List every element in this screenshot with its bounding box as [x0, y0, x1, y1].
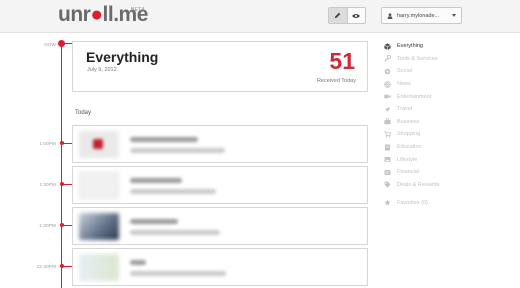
sidebar-item-entertainment[interactable]: Entertainment: [384, 90, 514, 103]
wrench-icon: [384, 55, 391, 63]
sidebar-item-label: Travel: [397, 106, 413, 113]
email-card[interactable]: [72, 166, 368, 204]
email-card[interactable]: [72, 207, 368, 245]
edit-button[interactable]: [329, 8, 347, 23]
sidebar-item-lifestyle[interactable]: Lifestyle: [384, 153, 514, 166]
sidebar-item-label: Entertainment: [397, 93, 432, 100]
timeline-time: 12:30PM: [36, 264, 56, 269]
favorites-label: Favorites (0): [397, 199, 428, 206]
email-subject: [130, 178, 182, 183]
briefcase-icon: [384, 118, 391, 125]
view-toggle-group: [328, 7, 366, 24]
sidebar-item-label: Deals & Rewards: [397, 181, 440, 188]
email-subject: [130, 137, 198, 142]
email-thumbnail-mark: [93, 139, 103, 149]
sidebar-item-favorites[interactable]: Favorites (0): [384, 199, 428, 206]
sidebar-item-label: Financial: [397, 169, 420, 176]
top-bar: unr●ll.me BETA harry.mylonade...: [0, 0, 520, 33]
lifestyle-icon: [384, 157, 391, 163]
received-caption: Received Today: [316, 78, 356, 84]
email-card[interactable]: [72, 125, 368, 163]
pencil-icon: [335, 12, 341, 19]
video-camera-icon: [384, 94, 391, 99]
user-name: harry.mylonade...: [397, 12, 440, 19]
globe-icon: [384, 80, 391, 88]
email-card[interactable]: [72, 248, 368, 286]
email-snippet: [130, 230, 220, 235]
category-sidebar: Everything Tools & Services Social News …: [384, 40, 514, 191]
sidebar-item-education[interactable]: Education: [384, 141, 514, 154]
eye-icon: [352, 13, 361, 18]
star-icon: [384, 199, 391, 206]
received-count: 51: [329, 48, 355, 74]
plane-icon: [384, 106, 391, 113]
tag-icon: [384, 181, 391, 188]
sidebar-item-label: Business: [397, 118, 420, 125]
sidebar-item-financial[interactable]: Financial: [384, 166, 514, 179]
timeline-time: 1:30PM: [39, 223, 56, 228]
sidebar-item-label: Social: [397, 68, 412, 75]
sidebar-item-label: Everything: [397, 43, 423, 50]
box-icon: [384, 43, 391, 50]
financial-icon: [384, 169, 391, 175]
sidebar-item-travel[interactable]: Travel: [384, 103, 514, 116]
section-label-today: Today: [75, 110, 92, 116]
timeline-time: 1:00PM: [39, 141, 56, 146]
sidebar-item-label: Shopping: [397, 131, 421, 138]
email-snippet: [130, 271, 226, 276]
timeline-now-label: NOW: [44, 42, 56, 47]
page: unr●ll.me BETA harry.mylonade... NOW 1:0…: [0, 0, 520, 288]
summary-date: July 9, 2012: [87, 67, 117, 73]
book-icon: [385, 144, 390, 150]
page-title: Everything: [86, 49, 159, 65]
sidebar-item-label: News: [397, 81, 411, 88]
beta-badge: BETA: [131, 7, 145, 13]
email-thumbnail: [79, 213, 119, 240]
summary-card: Everything July 9, 2012 51 Received Toda…: [72, 41, 368, 92]
sidebar-item-social[interactable]: Social: [384, 65, 514, 78]
timeline-time: 1:30PM: [39, 182, 56, 187]
shopping-cart-icon: [384, 131, 391, 138]
email-thumbnail: [79, 172, 119, 199]
sidebar-item-deals-rewards[interactable]: Deals & Rewards: [384, 179, 514, 192]
preview-button[interactable]: [346, 8, 365, 23]
sidebar-item-business[interactable]: Business: [384, 116, 514, 129]
social-icon: [384, 68, 391, 75]
sidebar-item-everything[interactable]: Everything: [384, 40, 514, 53]
email-snippet: [130, 148, 225, 153]
sidebar-item-tools-services[interactable]: Tools & Services: [384, 53, 514, 66]
email-subject: [130, 260, 146, 265]
sidebar-item-label: Lifestyle: [397, 156, 418, 163]
timeline-line: [61, 44, 62, 288]
user-menu-button[interactable]: harry.mylonade...: [381, 7, 462, 24]
sidebar-item-label: Tools & Services: [397, 55, 438, 62]
email-thumbnail: [79, 254, 119, 281]
sidebar-item-shopping[interactable]: Shopping: [384, 128, 514, 141]
sidebar-item-news[interactable]: News: [384, 78, 514, 91]
email-snippet: [130, 189, 216, 194]
sidebar-item-label: Education: [397, 144, 422, 151]
email-subject: [130, 219, 178, 224]
user-icon: [387, 12, 393, 19]
chevron-down-icon: [452, 14, 456, 17]
